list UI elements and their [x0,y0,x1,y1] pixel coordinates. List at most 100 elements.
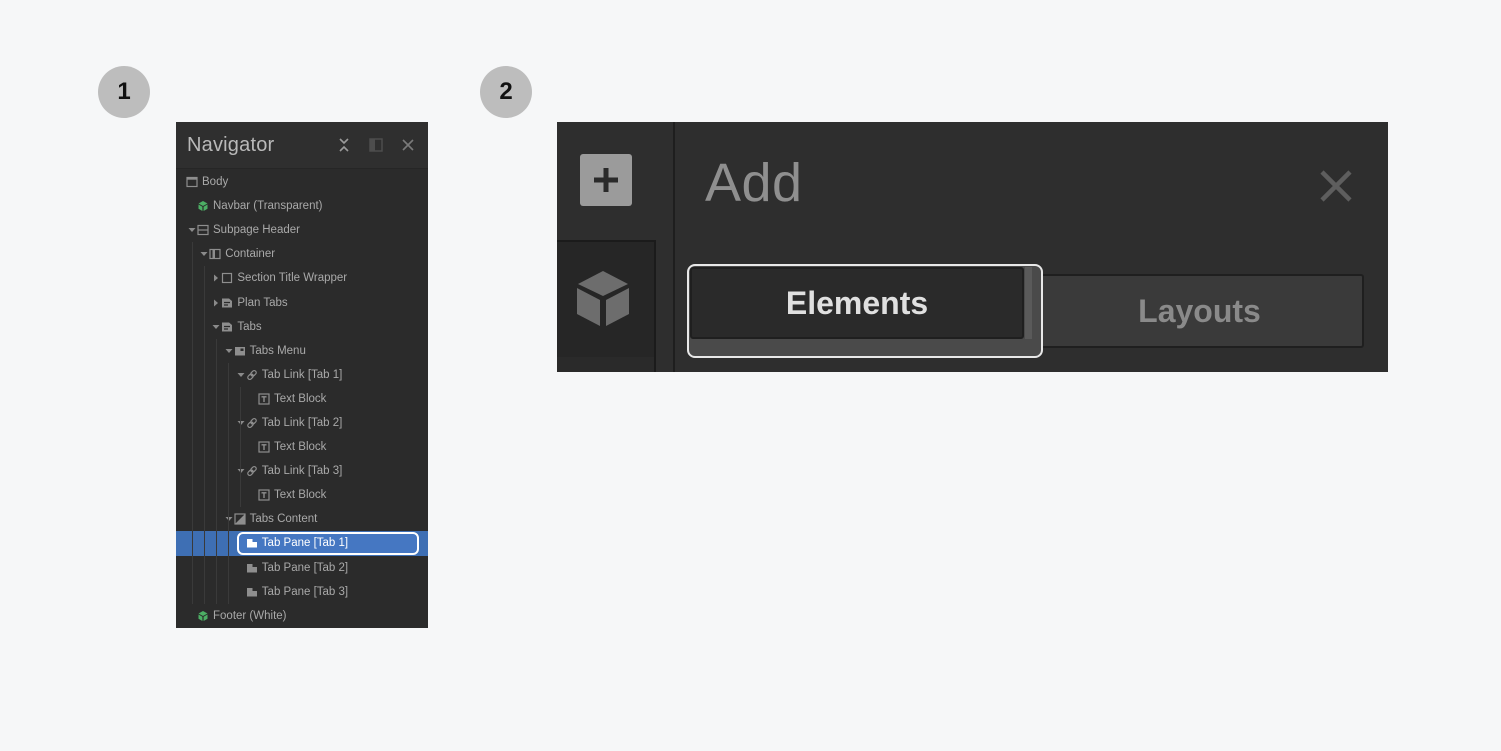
tree-item-label: Tab Pane [Tab 3] [261,585,349,598]
tree-item-label: Container [225,248,276,261]
caret-right-icon[interactable] [212,298,220,308]
tree-item-label: Tab Link [Tab 2] [261,416,343,429]
toolbar-divider [673,122,675,372]
container-icon [209,248,221,260]
tree-item[interactable]: Text Block [176,435,428,459]
step-number: 2 [499,78,513,105]
tab-pane-icon [246,537,258,549]
div-block-icon [221,272,233,284]
tree-item[interactable]: Body [176,170,428,194]
tree-item[interactable]: Tab Pane [Tab 2] [176,556,428,580]
link-icon [246,465,258,477]
cube-icon [577,271,629,326]
tab-label: Elements [785,284,929,321]
tree-item[interactable]: Footer (White) [176,604,428,628]
tree-item-label: Text Block [274,489,327,502]
tabs-icon [221,321,233,333]
tree-item-selected[interactable]: Tab Pane [Tab 1] [176,531,428,556]
step-number: 1 [117,78,131,105]
toolbar-slot [557,357,656,372]
text-block-icon [258,441,270,453]
plus-icon [594,168,618,192]
tab-divider [1025,267,1032,339]
tree-item[interactable]: Plan Tabs [176,290,428,314]
tabs-icon [221,297,233,309]
tree-item-label: Tabs Content [249,513,318,526]
caret-spacer [237,587,245,597]
tree-item[interactable]: Tab Pane [Tab 3] [176,580,428,604]
step-badge-1: 1 [98,66,150,118]
caret-down-icon[interactable] [200,249,208,259]
tab-label: Layouts [1138,292,1261,329]
symbols-button[interactable] [557,240,656,359]
tree-guide-line [240,398,241,411]
tree-item-label: Tab Pane [Tab 2] [261,561,349,574]
body-icon [186,176,198,188]
caret-down-icon[interactable] [188,225,196,235]
close-icon[interactable] [399,136,417,154]
caret-spacer [249,490,257,500]
tree-item[interactable]: Text Block [176,483,428,507]
tree-item[interactable]: Text Block [176,387,428,411]
tree-item[interactable]: Tabs [176,315,428,339]
tree-guide-line [240,447,241,460]
tree-item[interactable]: Tab Link [Tab 2] [176,411,428,435]
caret-down-icon[interactable] [237,370,245,380]
tree-item-label: Tabs [237,320,262,333]
close-add-panel-button[interactable] [1319,169,1353,203]
tree-item-label: Tab Pane [Tab 1] [261,537,349,550]
tree-item-label: Section Title Wrapper [237,272,348,285]
tree-item[interactable]: Section Title Wrapper [176,266,428,290]
text-block-icon [258,489,270,501]
caret-spacer [237,563,245,573]
tree-guide-line [204,266,205,604]
link-icon [246,417,258,429]
caret-down-icon[interactable] [225,346,233,356]
caret-right-icon[interactable] [212,273,220,283]
tab-pane-icon [246,586,258,598]
symbol-icon [197,610,209,622]
add-elements-button[interactable] [580,154,632,206]
close-icon [1320,170,1352,202]
tree-item-label: Text Block [274,441,327,454]
tab-pane-icon [246,562,258,574]
step-badge-2: 2 [480,66,532,118]
add-panel: Add Layouts Elements [557,122,1388,372]
tree-item-label: Navbar (Transparent) [213,200,323,213]
navigator-tree: Body Navbar (Transparent) Subpage Header Co… [176,169,428,628]
tree-guide-line [228,362,229,604]
collapse-all-icon[interactable] [335,136,353,154]
tab-elements[interactable]: Elements [690,267,1024,339]
navigator-panel: Navigator Body Navbar (Transparent) Subpag… [176,122,428,628]
tree-item[interactable]: Container [176,242,428,266]
tree-item-label: Footer (White) [213,609,287,622]
section-icon [197,224,209,236]
add-panel-title: Add [705,153,803,213]
caret-spacer [188,201,196,211]
tree-guide-line [216,338,217,604]
tree-item[interactable]: Tab Link [Tab 3] [176,459,428,483]
caret-down-icon[interactable] [212,322,220,332]
navigator-title: Navigator [187,133,275,156]
add-panel-tabs: Layouts Elements [687,264,1365,358]
tree-item-label: Subpage Header [213,224,300,237]
tree-item-label: Tabs Menu [249,344,306,357]
tree-item[interactable]: Tabs Menu [176,339,428,363]
tree-item[interactable]: Subpage Header [176,218,428,242]
tabs-content-icon [233,513,246,525]
caret-spacer [249,394,257,404]
tabs-menu-icon [234,345,246,357]
tree-item[interactable]: Navbar (Transparent) [176,194,428,218]
dock-panel-icon[interactable] [367,136,385,154]
caret-spacer [188,611,196,621]
tree-item-label: Text Block [274,392,327,405]
tree-item-label: Plan Tabs [237,296,288,309]
symbol-icon [197,200,209,212]
tree-item[interactable]: Tabs Content [176,507,428,531]
tree-item-label: Body [202,176,229,189]
tree-guide-line [192,242,193,604]
tree-guide-line [240,495,241,508]
tree-item-label: Tab Link [Tab 3] [261,465,343,478]
tab-layouts[interactable]: Layouts [1037,274,1364,348]
tree-item[interactable]: Tab Link [Tab 1] [176,363,428,387]
